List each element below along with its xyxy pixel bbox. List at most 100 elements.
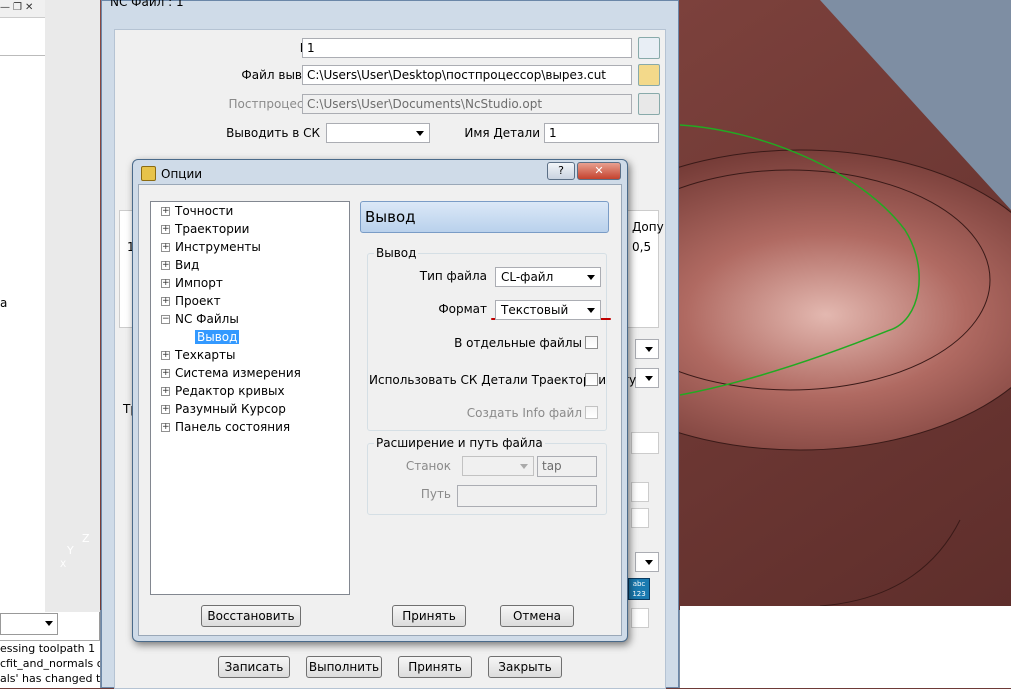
panel-header: Вывод bbox=[360, 201, 609, 233]
table-header: Допу bbox=[632, 220, 664, 234]
tree-item-label: Система измерения bbox=[175, 366, 301, 380]
restore-button[interactable]: Восстановить bbox=[201, 605, 301, 627]
tree-item-label: Вывод bbox=[195, 330, 240, 344]
tree-item-setup-sheets[interactable]: + Техкарты bbox=[161, 347, 236, 364]
tree-item-output[interactable]: Вывод bbox=[195, 329, 240, 346]
window-buttons-icon[interactable]: —❐✕ bbox=[0, 2, 36, 13]
create-info-checkbox[interactable] bbox=[585, 406, 598, 419]
group-title: Расширение и путь файла bbox=[374, 436, 545, 450]
chevron-down-icon bbox=[645, 560, 653, 565]
left-panel: —❐✕ a Z Y X bbox=[0, 0, 100, 688]
format-value: Текстовый bbox=[501, 303, 569, 317]
path-field[interactable] bbox=[457, 485, 597, 507]
expand-icon[interactable]: + bbox=[161, 297, 170, 306]
console-line: essing toolpath 1 bbox=[0, 642, 96, 655]
left-panel-grey bbox=[45, 0, 100, 612]
status-area bbox=[680, 606, 1011, 688]
name-field[interactable]: 1 bbox=[302, 38, 632, 58]
part-name-field[interactable]: 1 bbox=[544, 123, 659, 143]
format-label: Формат bbox=[438, 302, 487, 316]
tree-item-label: Вид bbox=[175, 258, 200, 272]
console-line: cfit_and_normals o bbox=[0, 657, 100, 670]
chevron-down-icon bbox=[587, 308, 595, 313]
dropdown[interactable] bbox=[635, 339, 659, 359]
field[interactable] bbox=[631, 432, 659, 454]
cancel-button[interactable]: Отмена bbox=[500, 605, 574, 627]
tree-item-curve-editor[interactable]: + Редактор кривых bbox=[161, 383, 285, 400]
open-folder-icon[interactable] bbox=[638, 64, 660, 86]
file-type-dropdown[interactable]: CL-файл bbox=[495, 267, 601, 287]
left-panel-dropdown[interactable] bbox=[0, 613, 58, 635]
chevron-down-icon bbox=[416, 131, 424, 136]
expand-icon[interactable]: + bbox=[161, 261, 170, 270]
tree-item-tools[interactable]: + Инструменты bbox=[161, 239, 261, 256]
use-cs-checkbox[interactable] bbox=[585, 373, 598, 386]
tree-item-import[interactable]: + Импорт bbox=[161, 275, 223, 292]
help-button[interactable]: ? bbox=[547, 162, 575, 180]
tree-item-label: Проект bbox=[175, 294, 221, 308]
output-file-field[interactable]: C:\Users\User\Desktop\постпроцессор\выре… bbox=[302, 65, 632, 85]
field[interactable] bbox=[631, 508, 649, 528]
accept-button[interactable]: Принять bbox=[398, 656, 472, 678]
close-button[interactable]: Закрыть bbox=[488, 656, 562, 678]
chevron-down-icon bbox=[645, 376, 653, 381]
tree-item-label: Траектории bbox=[175, 222, 250, 236]
accept-button[interactable]: Принять bbox=[392, 605, 466, 627]
expand-icon[interactable]: + bbox=[161, 423, 170, 432]
options-dialog-title: Опции bbox=[161, 167, 203, 181]
postprocessor-field[interactable]: C:\Users\User\Documents\NcStudio.opt bbox=[302, 94, 632, 114]
expand-icon[interactable]: + bbox=[161, 207, 170, 216]
expand-icon[interactable]: + bbox=[161, 387, 170, 396]
wrench-icon[interactable] bbox=[638, 37, 660, 59]
tree-item-label: Редактор кривых bbox=[175, 384, 285, 398]
options-icon bbox=[141, 166, 156, 181]
expand-icon[interactable]: + bbox=[161, 351, 170, 360]
open-folder-icon[interactable] bbox=[638, 93, 660, 115]
tree-item-view[interactable]: + Вид bbox=[161, 257, 199, 274]
expand-icon[interactable]: + bbox=[161, 405, 170, 414]
format-dropdown[interactable]: Текстовый bbox=[495, 300, 601, 320]
expand-icon[interactable]: + bbox=[161, 279, 170, 288]
machine-dropdown[interactable] bbox=[462, 456, 534, 476]
chevron-down-icon bbox=[45, 621, 53, 626]
create-info-label: Создать Info файл bbox=[466, 406, 582, 420]
tree-item-accuracy[interactable]: + Точности bbox=[161, 203, 233, 220]
tree-item-label: NC Файлы bbox=[175, 312, 239, 326]
separate-files-checkbox[interactable] bbox=[585, 336, 598, 349]
tree-item-label: Инструменты bbox=[175, 240, 261, 254]
collapse-icon[interactable]: − bbox=[161, 315, 170, 324]
abc-123-icon[interactable]: abc 123 bbox=[628, 578, 650, 600]
tree-item-status-bar[interactable]: + Панель состояния bbox=[161, 419, 290, 436]
tree-item-smart-cursor[interactable]: + Разумный Курсор bbox=[161, 401, 286, 418]
dropdown[interactable] bbox=[635, 552, 659, 572]
write-button[interactable]: Записать bbox=[218, 656, 290, 678]
output-cs-dropdown[interactable] bbox=[326, 123, 430, 143]
tree-item-label: Импорт bbox=[175, 276, 223, 290]
file-type-label: Тип файла bbox=[419, 269, 487, 283]
expand-icon[interactable]: + bbox=[161, 225, 170, 234]
tree-item-label: Техкарты bbox=[175, 348, 236, 362]
tree-item-label: Разумный Курсор bbox=[175, 402, 286, 416]
expand-icon[interactable]: + bbox=[161, 243, 170, 252]
options-dialog: Опции ? ✕ + Точности + Траектории + Инструм… bbox=[132, 159, 628, 642]
console-line: als' has changed t bbox=[0, 672, 100, 685]
close-icon[interactable]: ✕ bbox=[577, 162, 621, 180]
expand-icon[interactable]: + bbox=[161, 369, 170, 378]
dropdown[interactable] bbox=[635, 368, 659, 388]
left-panel-letter: a bbox=[0, 296, 8, 310]
options-tree[interactable]: + Точности + Траектории + Инструменты + Вид … bbox=[150, 201, 350, 595]
tree-item-nc-files[interactable]: − NC Файлы bbox=[161, 311, 239, 328]
file-type-value: CL-файл bbox=[501, 270, 554, 284]
field[interactable] bbox=[631, 482, 649, 502]
tree-item-toolpaths[interactable]: + Траектории bbox=[161, 221, 249, 238]
chevron-down-icon bbox=[645, 347, 653, 352]
left-panel-divider bbox=[0, 55, 45, 56]
field[interactable] bbox=[631, 608, 649, 628]
machine-label: Станок bbox=[405, 459, 451, 473]
tree-item-project[interactable]: + Проект bbox=[161, 293, 221, 310]
tree-item-label: Точности bbox=[175, 204, 234, 218]
run-button[interactable]: Выполнить bbox=[306, 656, 382, 678]
chevron-down-icon bbox=[587, 275, 595, 280]
extension-field[interactable]: tap bbox=[537, 456, 597, 477]
tree-item-units[interactable]: + Система измерения bbox=[161, 365, 301, 382]
